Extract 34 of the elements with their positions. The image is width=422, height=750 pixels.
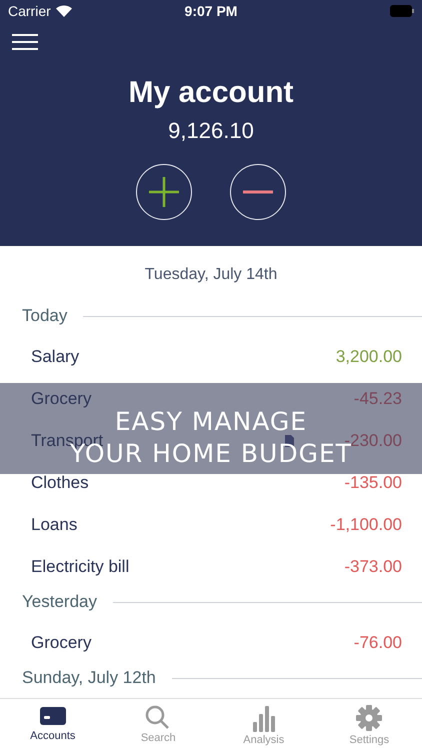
plus-icon — [148, 176, 180, 208]
transaction-name: Salary — [31, 347, 80, 367]
subtract-button[interactable] — [230, 164, 286, 220]
transaction-name: Loans — [31, 515, 78, 535]
menu-icon[interactable] — [12, 34, 38, 50]
section-label: Sunday, July 12th — [22, 668, 156, 688]
minus-icon — [242, 190, 274, 194]
transaction-amount: -76.00 — [354, 633, 402, 653]
transaction-amount: -135.00 — [344, 473, 402, 493]
date-heading: Tuesday, July 14th — [144, 266, 278, 284]
transaction-amount: -45.23 — [354, 389, 402, 409]
clock: 9:07 PM — [184, 3, 238, 19]
section-label: Yesterday — [22, 592, 97, 612]
transaction-amount: -1,100.00 — [330, 515, 402, 535]
tab[interactable]: Analysis — [211, 699, 316, 750]
transaction-name: Clothes — [31, 473, 89, 493]
transaction-name: Electricity bill — [31, 557, 130, 577]
transaction-amount: 3,200.00 — [336, 347, 402, 367]
add-button[interactable] — [136, 164, 192, 220]
card-icon — [38, 704, 67, 728]
tab[interactable]: Search — [106, 699, 211, 750]
promo-text: EASY MANAGE — [114, 406, 308, 438]
carrier-label: Carrier — [8, 3, 51, 19]
battery-icon — [390, 5, 414, 17]
settings-icon — [355, 704, 384, 732]
tab[interactable]: Settings — [316, 699, 422, 750]
account-title: My account — [127, 76, 295, 110]
section-label: Today — [22, 306, 68, 326]
transaction-name: Grocery — [31, 389, 92, 409]
transaction-name: Grocery — [31, 633, 92, 653]
account-balance: 9,126.10 — [167, 118, 255, 144]
wifi-icon — [56, 5, 72, 17]
tab[interactable]: Accounts — [0, 699, 106, 750]
transaction-amount: -373.00 — [344, 557, 402, 577]
